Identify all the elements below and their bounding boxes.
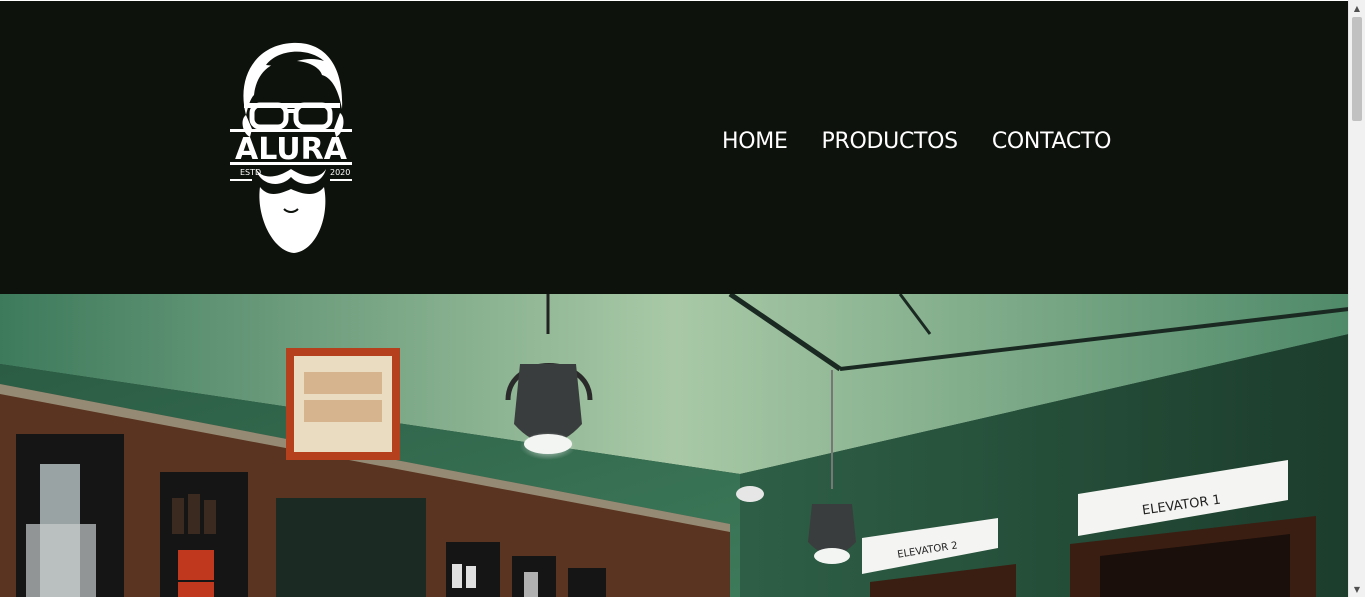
- page: ALURA ESTD 2020 HOME PRODUCTOS CONTACTO: [0, 0, 1349, 597]
- nav-productos-link[interactable]: PRODUCTOS: [822, 127, 959, 157]
- scroll-up-arrow-icon[interactable]: ▲: [1349, 0, 1365, 16]
- brand-logo[interactable]: ALURA ESTD 2020: [226, 37, 356, 259]
- vertical-scrollbar[interactable]: ▲ ▼: [1348, 0, 1365, 597]
- barbershop-interior-image: ELEVATOR 1 ELEVATOR 2: [0, 294, 1349, 597]
- scroll-down-arrow-icon[interactable]: ▼: [1349, 581, 1365, 597]
- brand-year: 2020: [330, 168, 350, 177]
- nav-contacto-link[interactable]: CONTACTO: [992, 127, 1112, 157]
- barber-face-logo-icon: ALURA ESTD 2020: [230, 42, 352, 253]
- site-header: ALURA ESTD 2020 HOME PRODUCTOS CONTACTO: [0, 1, 1349, 294]
- hero-barbershop-photo: ELEVATOR 1 ELEVATOR 2: [0, 294, 1349, 597]
- nav-home-link[interactable]: HOME: [722, 127, 788, 157]
- scrollbar-thumb[interactable]: [1352, 17, 1362, 121]
- brand-name: ALURA: [235, 132, 348, 167]
- main-nav: HOME PRODUCTOS CONTACTO: [722, 127, 1111, 157]
